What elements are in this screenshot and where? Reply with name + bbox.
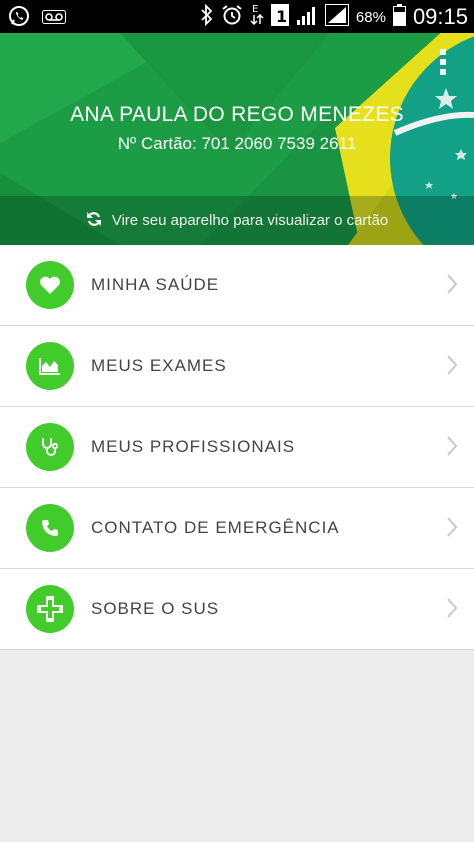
menu-item-label: MEUS PROFISSIONAIS bbox=[91, 437, 296, 456]
menu-item-label: MINHA SAÚDE bbox=[91, 275, 220, 294]
heart-icon bbox=[26, 261, 74, 309]
menu-item-label: MEUS EXAMES bbox=[91, 356, 227, 375]
more-vert-icon[interactable] bbox=[438, 49, 448, 83]
user-name: ANA PAULA DO REGO MENEZES bbox=[70, 103, 404, 126]
svg-text:E: E bbox=[252, 4, 258, 15]
stethoscope-icon bbox=[26, 423, 74, 471]
cross-icon bbox=[26, 585, 74, 633]
card-header: ANA PAULA DO REGO MENEZES Nº Cartão: 701… bbox=[0, 33, 474, 245]
rotate-device-hint[interactable]: Vire seu aparelho para visualizar o cart… bbox=[0, 196, 474, 245]
menu-item-label: CONTATO DE EMERGÊNCIA bbox=[91, 518, 340, 537]
phone-icon bbox=[26, 504, 74, 552]
signal-icon bbox=[324, 4, 349, 30]
menu-item-meus-exames[interactable]: MEUS EXAMES bbox=[0, 326, 474, 407]
svg-text:1: 1 bbox=[276, 7, 287, 26]
clock: 09:15 bbox=[412, 4, 468, 29]
main-menu: MINHA SAÚDE MEUS EXAMES MEUS PROFISSIONA… bbox=[0, 245, 474, 650]
status-bar: E 1 68% 09:15 bbox=[0, 0, 474, 33]
refresh-icon bbox=[86, 211, 102, 231]
menu-item-sobre-o-sus[interactable]: SOBRE O SUS bbox=[0, 569, 474, 650]
menu-item-meus-profissionais[interactable]: MEUS PROFISSIONAIS bbox=[0, 407, 474, 488]
menu-item-label: SOBRE O SUS bbox=[91, 599, 220, 618]
chevron-right-icon bbox=[446, 597, 458, 623]
data-arrows-icon: E bbox=[250, 3, 264, 31]
sim-1-icon: 1 bbox=[270, 4, 289, 30]
chevron-right-icon bbox=[446, 435, 458, 461]
battery-percent: 68% bbox=[355, 8, 386, 26]
signal-icon bbox=[296, 4, 318, 30]
chevron-right-icon bbox=[446, 354, 458, 380]
menu-item-contato-de-emergencia[interactable]: CONTATO DE EMERGÊNCIA bbox=[0, 488, 474, 569]
battery-icon bbox=[392, 4, 406, 30]
chart-icon bbox=[26, 342, 74, 390]
voicemail-icon bbox=[42, 9, 66, 28]
whatsapp-icon bbox=[8, 5, 30, 31]
chevron-right-icon bbox=[446, 273, 458, 299]
bluetooth-icon bbox=[200, 3, 214, 30]
card-number: Nº Cartão: 701 2060 7539 2611 bbox=[117, 134, 357, 153]
menu-item-minha-saude[interactable]: MINHA SAÚDE bbox=[0, 245, 474, 326]
chevron-right-icon bbox=[446, 516, 458, 542]
rotate-hint-text: Vire seu aparelho para visualizar o cart… bbox=[111, 212, 389, 229]
alarm-icon bbox=[221, 4, 243, 30]
